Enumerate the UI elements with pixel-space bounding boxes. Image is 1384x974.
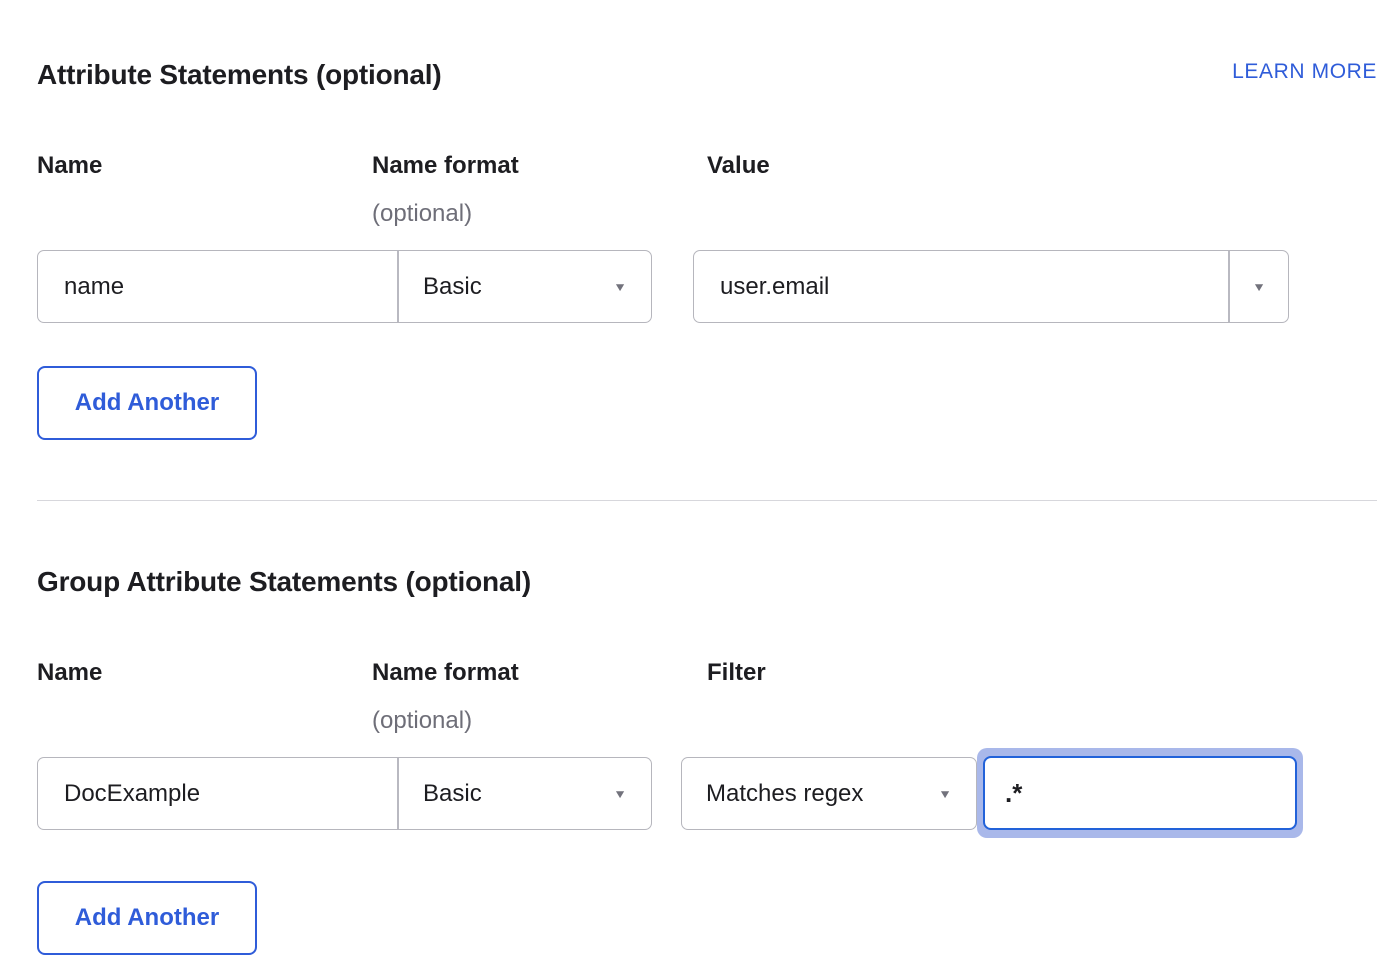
attribute-name-format-column-label: Name format <box>372 152 707 180</box>
group-name-format-selected-value: Basic <box>423 780 482 808</box>
chevron-down-icon: ▼ <box>1252 281 1266 293</box>
chevron-down-icon: ▼ <box>938 788 952 800</box>
attribute-name-format-selected-value: Basic <box>423 273 482 301</box>
group-filter-type-select[interactable]: Matches regex ▼ <box>681 757 977 830</box>
attribute-name-column-label: Name <box>37 152 372 180</box>
attribute-name-format-select[interactable]: Basic ▼ <box>399 251 651 322</box>
attribute-name-format-optional-note: (optional) <box>372 200 707 228</box>
attribute-value-column-label: Value <box>707 152 1377 180</box>
group-attribute-statements-header: Group Attribute Statements (optional) <box>37 565 1377 599</box>
group-column-sublabels: (optional) <box>37 707 1377 735</box>
learn-more-link[interactable]: LEARN MORE <box>1232 60 1377 84</box>
group-name-column-label: Name <box>37 659 372 687</box>
attribute-add-another-button[interactable]: Add Another <box>37 366 257 440</box>
group-attribute-statement-row: Basic ▼ Matches regex ▼ <box>37 757 1377 838</box>
chevron-down-icon: ▼ <box>613 281 627 293</box>
group-name-and-format-group: Basic ▼ <box>37 757 652 830</box>
attribute-value-input[interactable] <box>694 251 1230 322</box>
group-filter-column-label: Filter <box>707 659 1377 687</box>
group-add-another-button[interactable]: Add Another <box>37 881 257 955</box>
attribute-value-dropdown-toggle[interactable]: ▼ <box>1230 251 1288 322</box>
group-name-format-select[interactable]: Basic ▼ <box>399 758 651 829</box>
section-divider <box>37 500 1377 501</box>
group-column-labels: Name Name format Filter <box>37 659 1377 687</box>
attribute-statements-title: Attribute Statements (optional) <box>37 58 441 92</box>
group-filter-type-selected-value: Matches regex <box>706 780 863 808</box>
group-name-format-optional-note: (optional) <box>372 707 707 735</box>
group-filter-value-focus-ring <box>977 748 1303 838</box>
attribute-value-group: ▼ <box>693 250 1289 323</box>
group-attribute-statements-title: Group Attribute Statements (optional) <box>37 565 1377 599</box>
saml-settings-page: Attribute Statements (optional) LEARN MO… <box>0 0 1384 974</box>
attribute-statement-row: Basic ▼ ▼ <box>37 250 1377 323</box>
attribute-name-and-format-group: Basic ▼ <box>37 250 652 323</box>
group-name-format-column-label: Name format <box>372 659 707 687</box>
attribute-statements-header: Attribute Statements (optional) LEARN MO… <box>37 58 1377 92</box>
group-name-input[interactable] <box>38 758 399 829</box>
attribute-column-sublabels: (optional) <box>37 200 1377 228</box>
chevron-down-icon: ▼ <box>613 788 627 800</box>
attribute-name-input[interactable] <box>38 251 399 322</box>
group-filter-value-input[interactable] <box>983 756 1297 830</box>
attribute-column-labels: Name Name format Value <box>37 152 1377 180</box>
